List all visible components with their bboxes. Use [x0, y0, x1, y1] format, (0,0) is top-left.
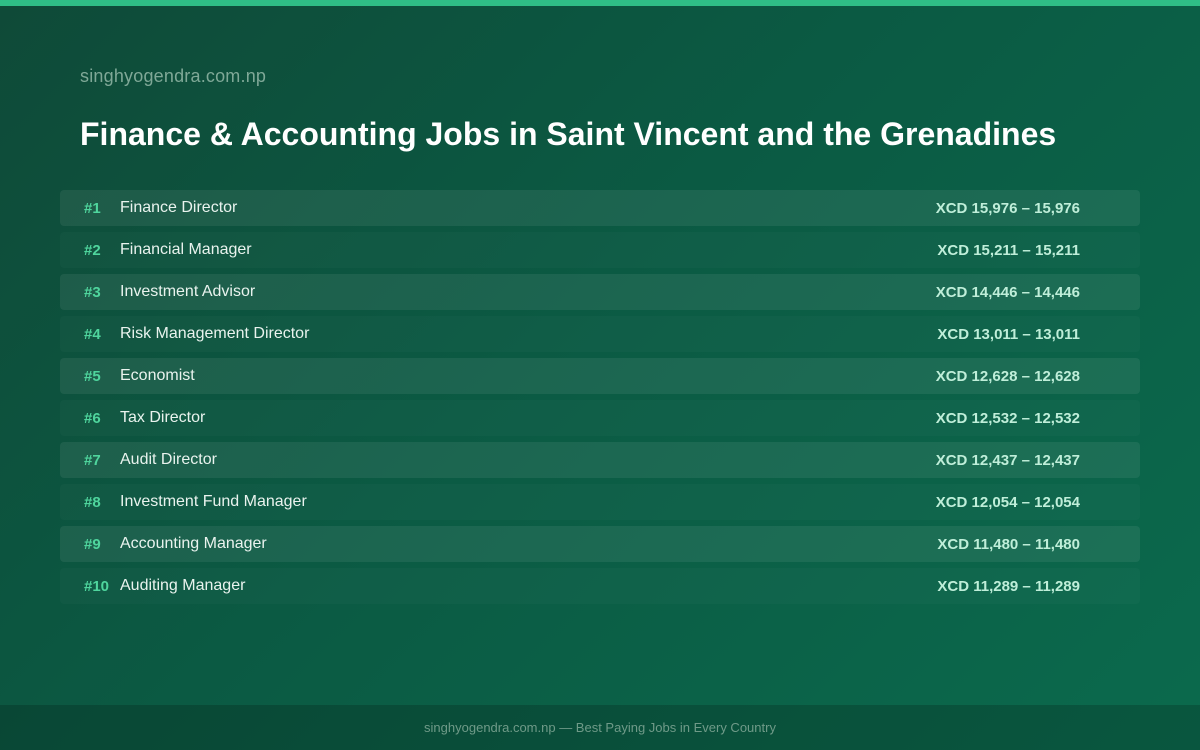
- job-rank: #6: [84, 409, 101, 427]
- job-title: Investment Fund Manager: [120, 493, 307, 510]
- job-row: #1 Finance Director XCD 15,976 – 15,976: [60, 190, 1140, 226]
- job-salary: XCD 14,446 – 14,446: [935, 283, 1080, 301]
- job-salary: XCD 12,437 – 12,437: [935, 451, 1080, 469]
- job-row: #3 Investment Advisor XCD 14,446 – 14,44…: [60, 274, 1140, 310]
- job-rank: #10: [84, 577, 110, 595]
- job-title: Risk Management Director: [120, 325, 310, 342]
- job-rank: #4: [84, 325, 101, 343]
- job-row: #4 Risk Management Director XCD 13,011 –…: [60, 316, 1140, 352]
- job-rank: #7: [84, 451, 101, 469]
- job-rank: #3: [84, 283, 101, 301]
- job-title: Finance Director: [120, 199, 238, 216]
- job-row: #2 Financial Manager XCD 15,211 – 15,211: [60, 232, 1140, 268]
- job-title: Auditing Manager: [120, 577, 246, 594]
- job-row: #5 Economist XCD 12,628 – 12,628: [60, 358, 1140, 394]
- job-salary: XCD 15,976 – 15,976: [935, 199, 1080, 217]
- job-salary: XCD 11,289 – 11,289: [937, 577, 1080, 595]
- page-title: Finance & Accounting Jobs in Saint Vince…: [80, 116, 1057, 152]
- job-rank: #5: [84, 367, 101, 385]
- job-row: #6 Tax Director XCD 12,532 – 12,532: [60, 400, 1140, 436]
- job-salary: XCD 12,628 – 12,628: [935, 367, 1080, 385]
- job-row: #8 Investment Fund Manager XCD 12,054 – …: [60, 484, 1140, 520]
- job-title: Audit Director: [120, 451, 217, 468]
- job-salary: XCD 15,211 – 15,211: [937, 241, 1080, 259]
- job-salary: XCD 13,011 – 13,011: [937, 325, 1080, 343]
- job-title: Financial Manager: [120, 241, 252, 258]
- job-title: Tax Director: [120, 409, 206, 426]
- job-rank: #9: [84, 535, 101, 553]
- job-title: Investment Advisor: [120, 283, 256, 300]
- top-accent-bar: [0, 0, 1200, 6]
- job-title: Accounting Manager: [120, 535, 267, 552]
- job-salary: XCD 11,480 – 11,480: [937, 535, 1080, 553]
- job-title: Economist: [120, 367, 195, 384]
- job-row: #7 Audit Director XCD 12,437 – 12,437: [60, 442, 1140, 478]
- job-row: #10 Auditing Manager XCD 11,289 – 11,289: [60, 568, 1140, 604]
- job-salary: XCD 12,054 – 12,054: [935, 493, 1080, 511]
- job-salary: XCD 12,532 – 12,532: [935, 409, 1080, 427]
- job-row: #9 Accounting Manager XCD 11,480 – 11,48…: [60, 526, 1140, 562]
- site-name: singhyogendra.com.np: [80, 66, 267, 86]
- job-rank: #8: [84, 493, 101, 511]
- footer: singhyogendra.com.np — Best Paying Jobs …: [0, 705, 1200, 750]
- footer-text: singhyogendra.com.np — Best Paying Jobs …: [424, 720, 776, 735]
- job-rank: #1: [84, 199, 101, 217]
- job-rank: #2: [84, 241, 101, 259]
- job-list: #1 Finance Director XCD 15,976 – 15,976 …: [60, 190, 1140, 610]
